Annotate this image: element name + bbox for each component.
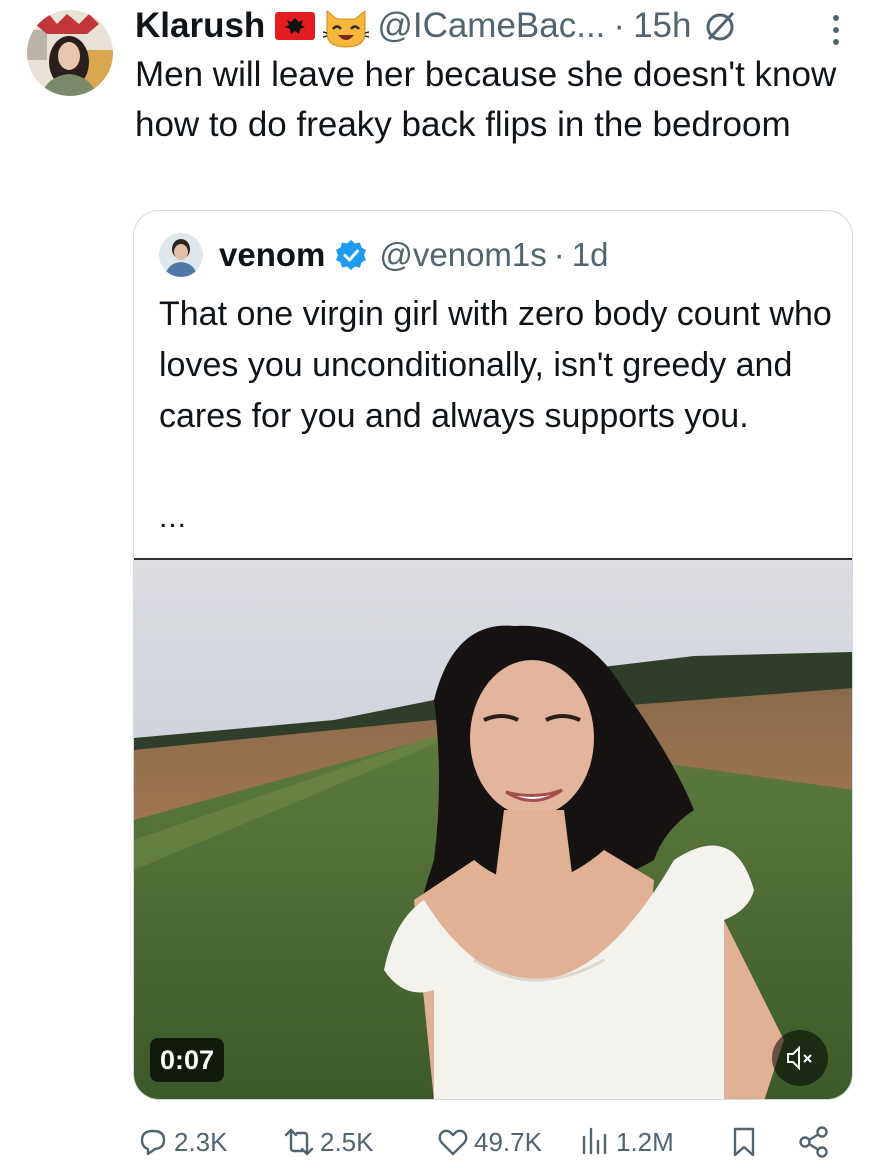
tweet-text: Men will leave her because she doesn't k… bbox=[135, 55, 837, 144]
video-duration: 0:07 bbox=[150, 1038, 225, 1082]
quoted-tweet-text: That one virgin girl with zero body coun… bbox=[159, 295, 832, 435]
verified-badge-icon bbox=[335, 239, 367, 271]
like-button[interactable]: 49.7K bbox=[436, 1118, 542, 1166]
share-icon bbox=[799, 1126, 828, 1158]
view-count: 1.2M bbox=[616, 1126, 674, 1157]
more-vertical-icon[interactable] bbox=[826, 10, 846, 50]
quoted-author-avatar[interactable] bbox=[159, 233, 203, 277]
tweet-time[interactable]: 15h bbox=[633, 6, 691, 46]
show-more-ellipsis[interactable]: ... bbox=[159, 501, 187, 535]
mute-button[interactable] bbox=[772, 1030, 828, 1086]
action-bar: 2.3K 2.5K 49.7K 1.2M bbox=[0, 1118, 880, 1166]
cat-face-icon bbox=[323, 3, 370, 49]
speaker-muted-icon bbox=[787, 1045, 812, 1071]
heart-icon bbox=[438, 1129, 468, 1156]
author-handle[interactable]: @ICameBac... bbox=[377, 6, 605, 46]
like-count: 49.7K bbox=[474, 1126, 542, 1157]
bookmark-icon bbox=[733, 1127, 755, 1157]
separator-dot: · bbox=[553, 236, 565, 273]
video-player[interactable]: 0:07 bbox=[134, 560, 852, 1099]
bookmark-button[interactable] bbox=[727, 1118, 761, 1166]
separator-dot: · bbox=[613, 6, 626, 45]
quoted-tweet[interactable]: venom @venom1s · 1d That one virgin girl… bbox=[133, 210, 853, 1100]
reply-icon bbox=[140, 1129, 166, 1156]
reply-count: 2.3K bbox=[174, 1126, 228, 1157]
video-frame bbox=[134, 560, 852, 1099]
views-icon bbox=[582, 1127, 607, 1155]
reply-button[interactable]: 2.3K bbox=[136, 1118, 228, 1166]
quoted-tweet-time[interactable]: 1d bbox=[572, 236, 609, 274]
quoted-author-handle[interactable]: @venom1s bbox=[379, 236, 546, 274]
quoted-tweet-header: venom @venom1s · 1d bbox=[219, 233, 609, 277]
repost-icon bbox=[284, 1128, 314, 1156]
repost-count: 2.5K bbox=[320, 1126, 374, 1157]
author-avatar[interactable] bbox=[27, 10, 113, 96]
quoted-author-name[interactable]: venom bbox=[219, 236, 325, 274]
repost-button[interactable]: 2.5K bbox=[282, 1118, 374, 1166]
share-button[interactable] bbox=[797, 1118, 831, 1166]
tweet-header: Klarush @ICameBac... · 15h bbox=[135, 4, 739, 48]
prohibited-icon bbox=[703, 8, 739, 44]
views-button[interactable]: 1.2M bbox=[578, 1118, 674, 1166]
albania-flag-icon bbox=[275, 12, 316, 40]
author-name[interactable]: Klarush bbox=[135, 6, 265, 46]
